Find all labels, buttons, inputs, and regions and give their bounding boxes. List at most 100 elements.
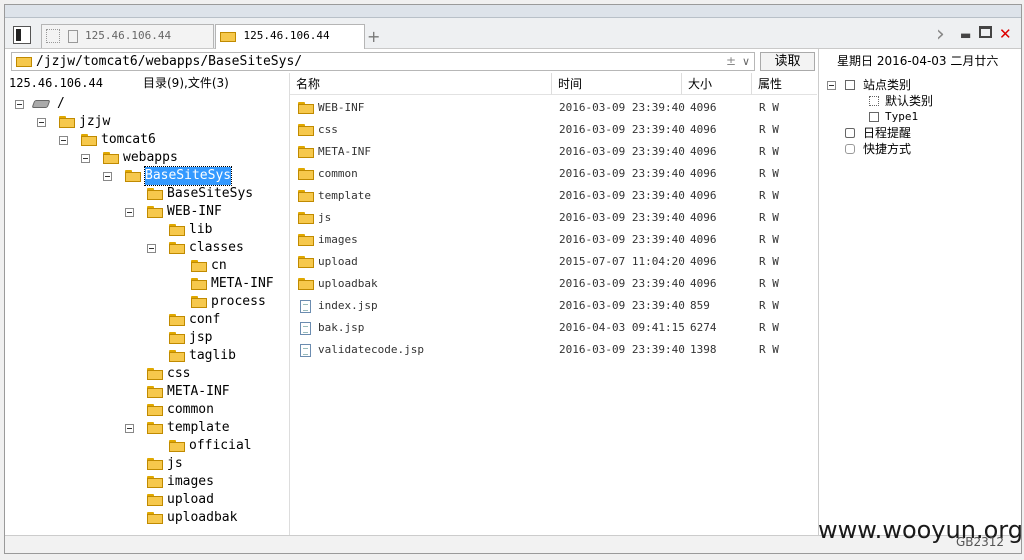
file-name: uploadbak: [318, 277, 378, 290]
file-attr: R W: [759, 211, 779, 224]
file-row[interactable]: bak.jsp 2016-04-03 09:41:15 6274 R W: [290, 317, 817, 339]
file-time: 2016-03-09 23:39:40: [559, 189, 685, 202]
folder-icon: [191, 296, 207, 308]
expand-toggle[interactable]: [15, 100, 24, 109]
read-button[interactable]: 读取: [760, 52, 815, 71]
folder-icon: [298, 102, 314, 114]
folder-icon: [298, 278, 314, 290]
tree-node[interactable]: cn: [211, 257, 227, 275]
column-attr[interactable]: 属性: [752, 73, 817, 95]
file-size: 4096: [690, 145, 717, 158]
folder-icon: [81, 134, 97, 146]
path-input[interactable]: /jzjw/tomcat6/webapps/BaseSiteSys/ ± ∨: [11, 52, 755, 71]
column-size[interactable]: 大小: [682, 73, 752, 95]
file-row[interactable]: images 2016-03-09 23:39:40 4096 R W: [290, 229, 817, 251]
expand-toggle[interactable]: [81, 154, 90, 163]
tree-node[interactable]: uploadbak: [167, 509, 237, 527]
tree-node[interactable]: process: [211, 293, 266, 311]
expand-toggle[interactable]: [125, 424, 134, 433]
file-row[interactable]: uploadbak 2016-03-09 23:39:40 4096 R W: [290, 273, 817, 295]
tree-node[interactable]: taglib: [189, 347, 236, 365]
folder-icon: [298, 234, 314, 246]
file-time: 2016-03-09 23:39:40: [559, 123, 685, 136]
expand-toggle[interactable]: [147, 244, 156, 253]
address-bar: /jzjw/tomcat6/webapps/BaseSiteSys/ ± ∨ 读…: [5, 49, 817, 73]
expand-toggle[interactable]: [125, 208, 134, 217]
default-category[interactable]: 默认类别: [885, 93, 933, 109]
tree-node[interactable]: official: [189, 437, 252, 455]
tree-node[interactable]: WEB-INF: [167, 203, 222, 221]
tree-node[interactable]: tomcat6: [101, 131, 156, 149]
new-tab-button[interactable]: +: [367, 28, 380, 46]
category-icon: [869, 96, 879, 106]
folder-icon: [220, 30, 236, 42]
file-name: WEB-INF: [318, 101, 365, 114]
folder-icon: [147, 404, 163, 416]
expand-toggle[interactable]: [37, 118, 46, 127]
maximize-icon[interactable]: [979, 26, 992, 38]
folder-icon: [103, 152, 119, 164]
tree-node[interactable]: js: [167, 455, 183, 473]
tab-label: 125.46.106.44: [243, 29, 330, 42]
file-time: 2016-04-03 09:41:15: [559, 321, 685, 334]
tab-1[interactable]: 125.46.106.44: [41, 24, 214, 48]
collapse-toggle[interactable]: [827, 81, 836, 90]
type1-item[interactable]: Type1: [885, 109, 918, 125]
file-row[interactable]: css 2016-03-09 23:39:40 4096 R W: [290, 119, 817, 141]
tree-node[interactable]: upload: [167, 491, 214, 509]
tree-node[interactable]: BaseSiteSys: [167, 185, 253, 203]
column-time[interactable]: 时间: [552, 73, 682, 95]
sidebar-toggle-button[interactable]: [13, 26, 31, 44]
file-name: META-INF: [318, 145, 371, 158]
dir-summary: 目录(9),文件(3): [143, 76, 229, 90]
adjust-icon[interactable]: ±: [726, 53, 736, 70]
folder-icon: [298, 146, 314, 158]
chevron-down-icon[interactable]: ∨: [742, 53, 750, 70]
tab-2[interactable]: 125.46.106.44: [215, 24, 365, 49]
tree-node[interactable]: images: [167, 473, 214, 491]
expand-toggle[interactable]: [59, 136, 68, 145]
file-size: 4096: [690, 189, 717, 202]
date-display: 星期日 2016-04-03 二月廿六: [818, 49, 1021, 73]
close-button[interactable]: ✕: [999, 25, 1012, 43]
column-name[interactable]: 名称: [290, 73, 552, 95]
tree-node[interactable]: webapps: [123, 149, 178, 167]
site-category[interactable]: 站点类别: [863, 77, 911, 93]
chevron-right-icon[interactable]: ›: [936, 22, 945, 48]
file-size: 4096: [690, 101, 717, 114]
tree-node[interactable]: template: [167, 419, 230, 437]
tree-node[interactable]: conf: [189, 311, 220, 329]
tree-node[interactable]: jzjw: [79, 113, 110, 131]
file-row[interactable]: common 2016-03-09 23:39:40 4096 R W: [290, 163, 817, 185]
folder-icon: [147, 206, 163, 218]
file-time: 2016-03-09 23:39:40: [559, 101, 685, 114]
shortcuts-item[interactable]: 快捷方式: [863, 141, 911, 157]
folder-icon: [125, 170, 141, 182]
tree-node[interactable]: common: [167, 401, 214, 419]
tree-node[interactable]: /: [57, 95, 65, 113]
tree-node[interactable]: BaseSiteSys: [143, 166, 233, 186]
category-icon: [845, 80, 855, 90]
tree-node[interactable]: META-INF: [167, 383, 230, 401]
tree-node[interactable]: jsp: [189, 329, 212, 347]
tree-node[interactable]: classes: [189, 239, 244, 257]
file-row[interactable]: template 2016-03-09 23:39:40 4096 R W: [290, 185, 817, 207]
tree-node[interactable]: lib: [189, 221, 212, 239]
tree-node[interactable]: META-INF: [211, 275, 274, 293]
folder-icon: [169, 224, 185, 236]
file-row[interactable]: js 2016-03-09 23:39:40 4096 R W: [290, 207, 817, 229]
schedule-item[interactable]: 日程提醒: [863, 125, 911, 141]
minimize-button[interactable]: ▬: [960, 28, 971, 42]
file-row[interactable]: index.jsp 2016-03-09 23:39:40 859 R W: [290, 295, 817, 317]
file-row[interactable]: validatecode.jsp 2016-03-09 23:39:40 1398 R…: [290, 339, 817, 361]
file-row[interactable]: META-INF 2016-03-09 23:39:40 4096 R W: [290, 141, 817, 163]
file-name: index.jsp: [318, 299, 378, 312]
file-row[interactable]: upload 2015-07-07 11:04:20 4096 R W: [290, 251, 817, 273]
folder-icon: [191, 260, 207, 272]
tree-node[interactable]: css: [167, 365, 190, 383]
expand-toggle[interactable]: [103, 172, 112, 181]
page-icon: [46, 29, 60, 43]
folder-icon: [147, 386, 163, 398]
folder-icon: [147, 458, 163, 470]
file-row[interactable]: WEB-INF 2016-03-09 23:39:40 4096 R W: [290, 97, 817, 119]
